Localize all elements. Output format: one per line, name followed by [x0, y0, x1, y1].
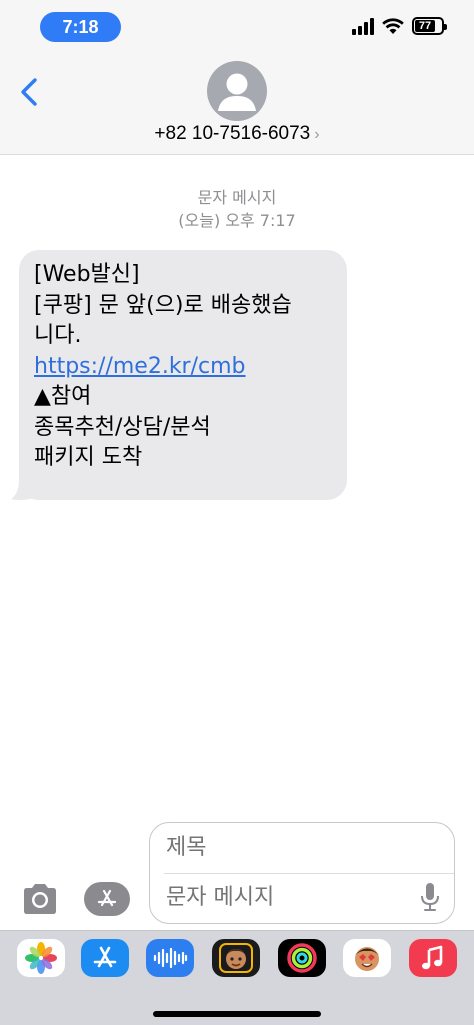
- compose-divider: [164, 873, 454, 874]
- message-timestamp: (오늘) 오후 7:17: [178, 211, 296, 230]
- message-line: ▲참여: [34, 384, 92, 409]
- music-icon[interactable]: [409, 939, 457, 977]
- status-time[interactable]: 7:18: [40, 12, 121, 42]
- message-line: 니다.: [34, 323, 82, 348]
- message-link[interactable]: https://me2.kr/cmb: [34, 352, 333, 383]
- back-chevron-icon[interactable]: [18, 76, 42, 108]
- app-drawer: [0, 930, 474, 1025]
- chevron-right-icon: ›: [314, 126, 320, 143]
- battery-level: 77: [415, 20, 436, 32]
- contact-avatar-icon[interactable]: [207, 61, 267, 121]
- compose-field[interactable]: [149, 822, 455, 924]
- memoji-icon[interactable]: [212, 939, 260, 977]
- status-icons: 77: [352, 17, 447, 35]
- message-line: 패키지 도착: [34, 445, 143, 470]
- message-line: [쿠팡] 문 앞(으)로 배송했습: [34, 292, 292, 318]
- subject-input[interactable]: [166, 835, 426, 860]
- battery-icon: 77: [412, 17, 447, 35]
- app-store-icon[interactable]: [81, 939, 129, 977]
- microphone-icon[interactable]: [420, 881, 440, 913]
- message-line: 종목추천/상담/분석: [34, 414, 211, 440]
- contact-details-button[interactable]: +82 10-7516-6073 ›: [0, 123, 474, 145]
- message-line: [Web발신]: [34, 262, 140, 287]
- activity-icon[interactable]: [278, 939, 326, 977]
- audio-message-icon[interactable]: [146, 939, 194, 977]
- home-indicator[interactable]: [153, 1011, 321, 1017]
- signal-icon: [352, 17, 374, 35]
- animoji-icon[interactable]: [343, 939, 391, 977]
- wifi-icon: [382, 17, 404, 34]
- message-input[interactable]: [166, 885, 406, 910]
- incoming-message-bubble[interactable]: [Web발신] [쿠팡] 문 앞(으)로 배송했습 니다. https://me…: [19, 250, 347, 500]
- camera-icon[interactable]: [20, 881, 60, 917]
- photos-icon[interactable]: [17, 939, 65, 977]
- contact-number: +82 10-7516-6073: [154, 123, 311, 144]
- navigation-header: 7:18 77 +82 10-7516-6073 ›: [0, 0, 474, 155]
- service-label: 문자 메시지: [197, 188, 277, 207]
- app-store-icon[interactable]: [84, 882, 130, 916]
